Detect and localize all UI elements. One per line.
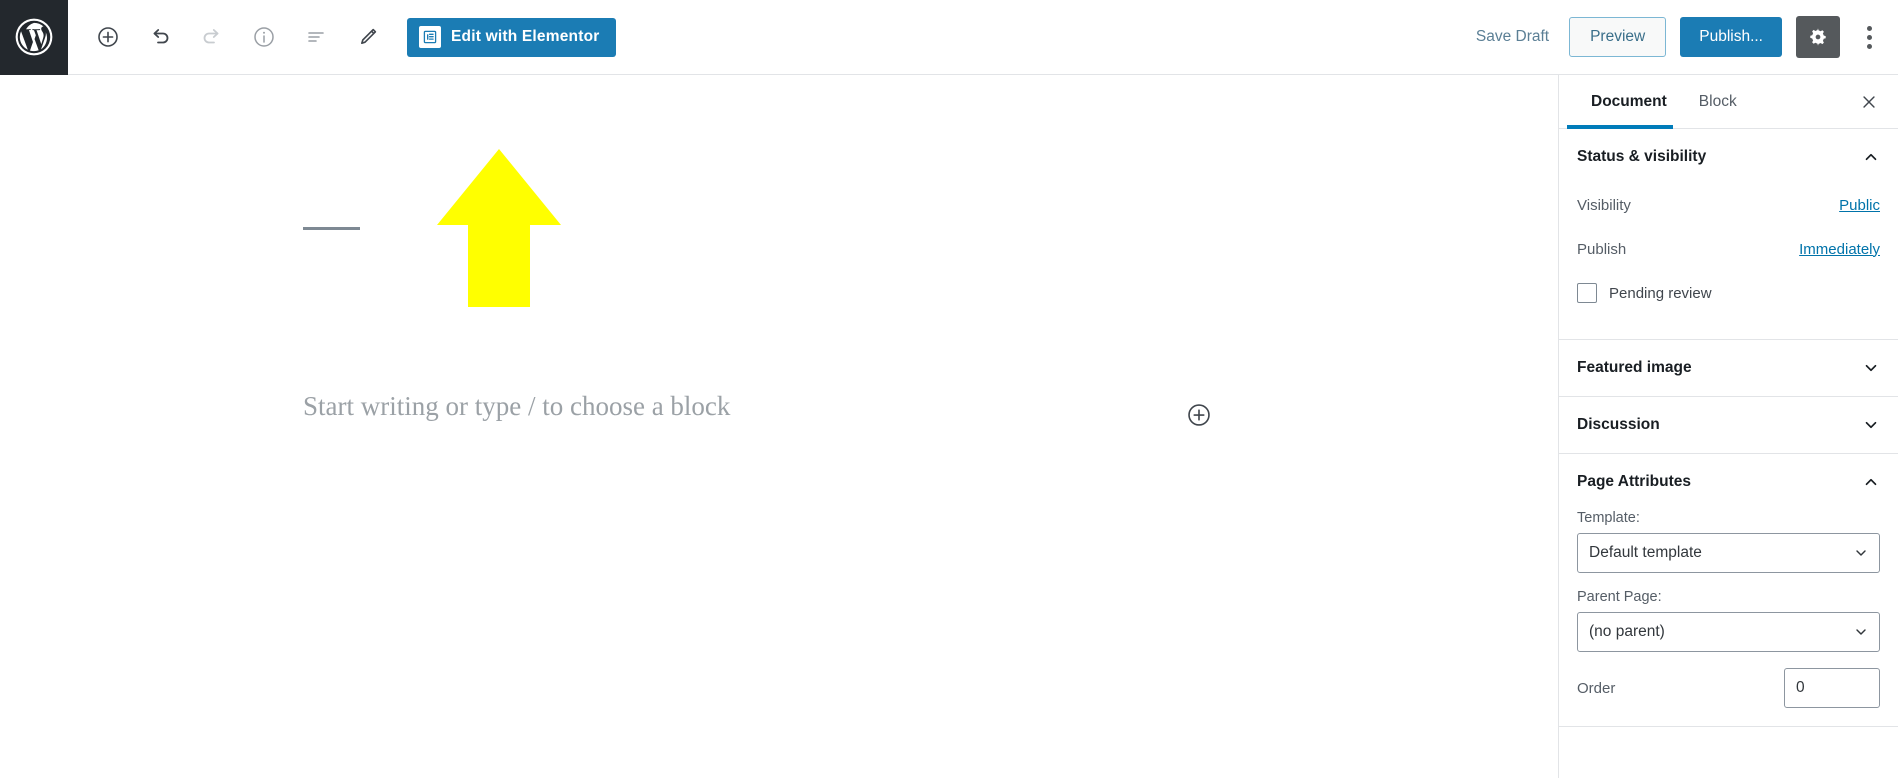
kebab-dot <box>1866 43 1872 49</box>
publish-button[interactable]: Publish... <box>1680 17 1782 57</box>
pending-review-checkbox[interactable] <box>1577 283 1597 303</box>
panel-title: Discussion <box>1577 416 1660 433</box>
panel-page-attributes-body: Template: Default template Parent Page: … <box>1559 510 1898 726</box>
panel-title: Status & visibility <box>1577 148 1707 165</box>
panel-page-attributes: Page Attributes Template: Default templa… <box>1559 454 1898 727</box>
undo-icon[interactable] <box>141 19 178 56</box>
chevron-down-icon <box>1853 624 1869 640</box>
close-icon[interactable] <box>1852 85 1886 119</box>
sidebar-tablist: Document Block <box>1559 75 1898 129</box>
redo-icon <box>193 19 230 56</box>
kebab-dot <box>1866 34 1872 40</box>
info-icon[interactable] <box>245 19 282 56</box>
publish-label: Publish <box>1577 240 1627 258</box>
order-row: Order <box>1577 668 1880 708</box>
panel-page-attributes-header[interactable]: Page Attributes <box>1559 454 1898 510</box>
panel-discussion-header[interactable]: Discussion <box>1559 397 1898 453</box>
tab-document[interactable]: Document <box>1575 75 1683 129</box>
panel-status-visibility-header[interactable]: Status & visibility <box>1559 129 1898 185</box>
pending-review-row: Pending review <box>1577 273 1880 321</box>
visibility-value-link[interactable]: Public <box>1839 197 1880 214</box>
edit-pencil-icon[interactable] <box>349 19 386 56</box>
order-input[interactable] <box>1784 668 1880 708</box>
parent-page-label: Parent Page: <box>1577 589 1662 605</box>
circle-plus-icon[interactable] <box>1184 400 1214 430</box>
list-view-icon[interactable] <box>297 19 334 56</box>
panel-title: Featured image <box>1577 359 1692 376</box>
save-draft-button[interactable]: Save Draft <box>1470 24 1555 50</box>
chevron-up-icon <box>1862 473 1880 491</box>
chevron-up-icon <box>1862 148 1880 166</box>
panel-featured-image-header[interactable]: Featured image <box>1559 340 1898 396</box>
order-label: Order <box>1577 679 1616 697</box>
panel-status-visibility: Status & visibility Visibility Public Pu… <box>1559 129 1898 340</box>
edit-with-elementor-button[interactable]: Edit with Elementor <box>407 17 617 57</box>
template-label: Template: <box>1577 510 1640 526</box>
elementor-document-icon <box>419 26 441 48</box>
toolbar-actions: Save Draft Preview Publish... <box>1470 16 1898 58</box>
parent-page-select-value: (no parent) <box>1589 623 1665 640</box>
post-title-placeholder-rule <box>303 227 360 230</box>
wordpress-logo-icon[interactable] <box>0 0 68 75</box>
parent-page-select[interactable]: (no parent) <box>1577 612 1880 652</box>
wordpress-block-editor: Edit with Elementor Save Draft Preview P… <box>0 0 1898 778</box>
panel-title: Page Attributes <box>1577 473 1691 490</box>
template-select[interactable]: Default template <box>1577 533 1880 573</box>
publish-row: Publish Immediately <box>1577 229 1880 269</box>
panel-status-visibility-body: Visibility Public Publish Immediately Pe… <box>1559 185 1898 339</box>
toolbar-icon-group <box>68 19 386 56</box>
visibility-label: Visibility <box>1577 196 1631 214</box>
editor-canvas[interactable]: Start writing or type / to choose a bloc… <box>0 75 1558 778</box>
gear-icon[interactable] <box>1796 16 1840 58</box>
edit-with-elementor-label: Edit with Elementor <box>451 28 600 45</box>
visibility-row: Visibility Public <box>1577 185 1880 225</box>
panel-featured-image: Featured image <box>1559 340 1898 397</box>
document-settings-sidebar: Document Block Status & visibility Visib… <box>1558 75 1898 778</box>
kebab-dot <box>1866 25 1872 31</box>
chevron-down-icon <box>1862 416 1880 434</box>
add-block-icon[interactable] <box>89 19 126 56</box>
preview-button[interactable]: Preview <box>1569 17 1667 57</box>
kebab-menu-icon[interactable] <box>1854 16 1884 58</box>
publish-value-link[interactable]: Immediately <box>1799 241 1880 258</box>
pending-review-label: Pending review <box>1609 284 1712 302</box>
editor-toolbar: Edit with Elementor Save Draft Preview P… <box>0 0 1898 75</box>
block-placeholder-text[interactable]: Start writing or type / to choose a bloc… <box>303 391 730 422</box>
template-select-value: Default template <box>1589 544 1702 561</box>
panel-discussion: Discussion <box>1559 397 1898 454</box>
yellow-arrow-annotation <box>437 149 561 307</box>
chevron-down-icon <box>1853 545 1869 561</box>
chevron-down-icon <box>1862 359 1880 377</box>
tab-block[interactable]: Block <box>1683 75 1753 129</box>
